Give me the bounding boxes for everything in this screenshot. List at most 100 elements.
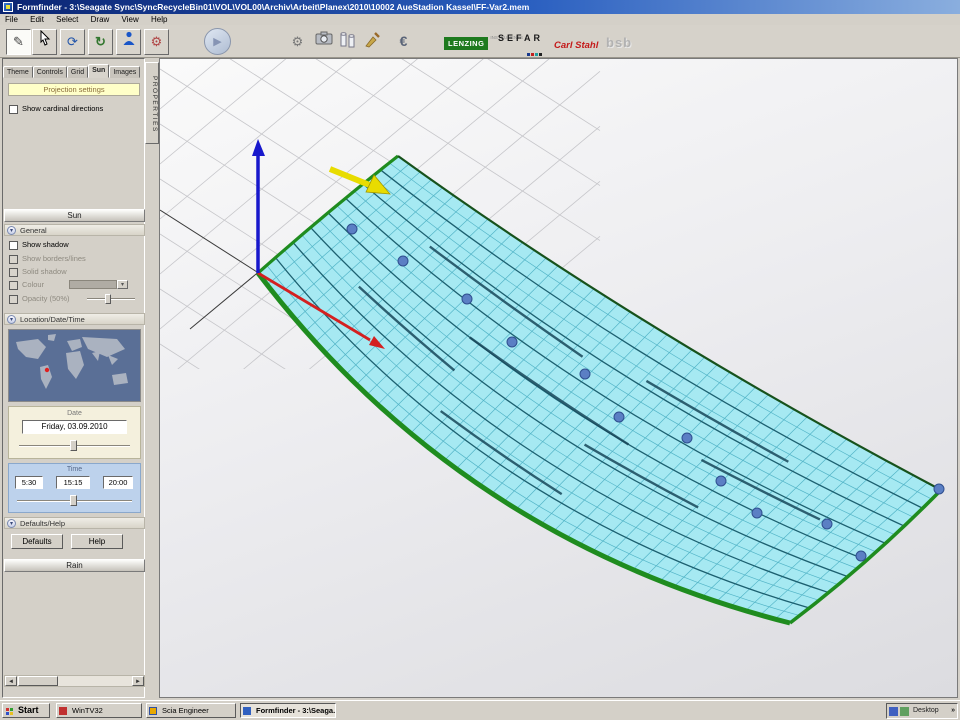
task-scia-engineer[interactable]: Scia Engineer — [146, 703, 236, 718]
time-current-field[interactable]: 15:15 — [56, 476, 90, 489]
brush-icon[interactable] — [360, 31, 383, 53]
tab-sun[interactable]: Sun — [88, 64, 109, 78]
membrane-node — [716, 476, 726, 486]
properties-tab[interactable]: PROPERTIES — [145, 62, 159, 144]
opacity-row: Opacity (50%) — [9, 294, 70, 305]
euro-icon[interactable]: € — [392, 31, 415, 53]
membrane-node — [934, 484, 944, 494]
tab-theme[interactable]: Theme — [3, 66, 33, 78]
membrane-node — [580, 369, 590, 379]
cursor-icon — [38, 30, 52, 46]
start-button[interactable]: Start — [2, 703, 50, 718]
membrane-node — [682, 433, 692, 443]
windows-flag-icon — [6, 708, 14, 716]
gear-icon: ⚙ — [151, 34, 163, 49]
tab-images[interactable]: Images — [109, 66, 140, 78]
show-cardinal-checkbox-row[interactable]: Show cardinal directions — [9, 104, 103, 115]
collapse-icon[interactable]: ▾ — [7, 315, 16, 324]
camera-icon[interactable] — [312, 31, 335, 53]
scroll-right-icon[interactable]: ► — [132, 676, 144, 686]
time-start-field: 5:30 — [15, 476, 43, 489]
colour-swatch — [69, 280, 117, 289]
orbit-tool-button[interactable]: ⟳ — [60, 29, 85, 55]
menu-draw[interactable]: Draw — [86, 14, 115, 25]
formfinder-icon — [243, 707, 251, 715]
defaults-button[interactable]: Defaults — [11, 534, 63, 549]
menu-help[interactable]: Help — [146, 14, 172, 25]
update-tool-button[interactable]: ↻ — [88, 29, 113, 55]
date-slider-thumb[interactable] — [70, 440, 77, 451]
show-cardinal-checkbox[interactable] — [9, 105, 18, 114]
time-slider[interactable] — [17, 495, 132, 508]
show-shadow-checkbox[interactable] — [9, 241, 18, 250]
columns-icon[interactable] — [336, 31, 359, 53]
membrane-node — [856, 551, 866, 561]
opacity-slider — [87, 294, 135, 305]
desktop-toolbar-label: Desktop — [913, 704, 939, 718]
play-icon: ▶ — [213, 36, 221, 48]
menu-edit[interactable]: Edit — [25, 14, 49, 25]
membrane-node — [822, 519, 832, 529]
viewport-3d[interactable] — [159, 58, 958, 698]
pencil-tool-button[interactable]: ✎ — [6, 29, 31, 55]
membrane-node — [398, 256, 408, 266]
time-label: Time — [9, 466, 140, 473]
date-field[interactable]: Friday, 03.09.2010 — [22, 420, 127, 434]
world-map[interactable] — [8, 329, 141, 402]
world-map-image — [9, 330, 140, 401]
scroll-thumb[interactable] — [18, 676, 58, 686]
tray-chevron-icon[interactable]: » — [951, 704, 955, 718]
collapse-icon[interactable]: ▾ — [7, 519, 16, 528]
time-group: Time 5:30 15:15 20:00 — [8, 463, 141, 513]
pencil-icon: ✎ — [13, 34, 24, 49]
rain-section-header[interactable]: Rain — [4, 559, 145, 572]
title-bar[interactable]: Formfinder - 3:\Seagate Sync\SyncRecycle… — [0, 0, 960, 14]
help-button[interactable]: Help — [71, 534, 123, 549]
tray-icon-1[interactable] — [889, 707, 898, 716]
sun-panel: ThemeControlsGridSunImages Projection se… — [2, 58, 145, 698]
location-marker — [45, 368, 49, 372]
colour-dropdown-icon: ▾ — [117, 280, 128, 289]
person-icon — [121, 30, 137, 47]
menu-file[interactable]: File — [0, 14, 23, 25]
play-button[interactable]: ▶ — [204, 28, 231, 55]
menu-select[interactable]: Select — [51, 14, 83, 25]
membrane-node — [347, 224, 357, 234]
partner-logo: bsb — [606, 34, 632, 52]
tray-icon-2[interactable] — [900, 707, 909, 716]
gears-icon[interactable]: ⚙ — [286, 31, 309, 53]
defaults-group-header[interactable]: ▾ Defaults/Help — [4, 517, 145, 529]
app-icon — [3, 2, 13, 12]
settings-tool-button[interactable]: ⚙ — [144, 29, 169, 55]
location-group-header[interactable]: ▾ Location/Date/Time — [4, 313, 145, 325]
menu-view[interactable]: View — [117, 14, 144, 25]
membrane-node — [462, 294, 472, 304]
date-group: Date Friday, 03.09.2010 — [8, 406, 141, 459]
tab-controls[interactable]: Controls — [33, 66, 67, 78]
general-group-header[interactable]: ▾ General — [4, 224, 145, 236]
membrane-node — [752, 508, 762, 518]
date-slider[interactable] — [19, 440, 130, 453]
show-shadow-row[interactable]: Show shadow — [9, 240, 69, 251]
time-slider-thumb[interactable] — [70, 495, 77, 506]
membrane-node — [614, 412, 624, 422]
sefar-logo: SEFAR — [498, 33, 543, 51]
task-wintv32[interactable]: WinTV32 — [56, 703, 142, 718]
scroll-left-icon[interactable]: ◄ — [5, 676, 17, 686]
solid-shadow-row: Solid shadow — [9, 267, 67, 278]
solid-shadow-checkbox — [9, 268, 18, 277]
scene-canvas[interactable] — [160, 59, 957, 697]
tab-grid[interactable]: Grid — [67, 66, 88, 78]
membrane-node — [507, 337, 517, 347]
task-formfinder[interactable]: Formfinder - 3:\Seaga... — [240, 703, 336, 718]
opacity-checkbox — [9, 295, 18, 304]
projection-settings-button[interactable]: Projection settings — [8, 83, 140, 96]
collapse-icon[interactable]: ▾ — [7, 226, 16, 235]
panel-scrollbar[interactable]: ◄ ► — [4, 675, 145, 687]
taskbar: Start WinTV32 Scia Engineer Formfinder -… — [0, 700, 960, 720]
sun-section-header[interactable]: Sun — [4, 209, 145, 222]
colour-row: Colour ▾ — [9, 280, 44, 291]
date-label: Date — [9, 410, 140, 417]
person-tool-button[interactable] — [116, 29, 141, 55]
select-tool-button[interactable] — [32, 29, 57, 55]
